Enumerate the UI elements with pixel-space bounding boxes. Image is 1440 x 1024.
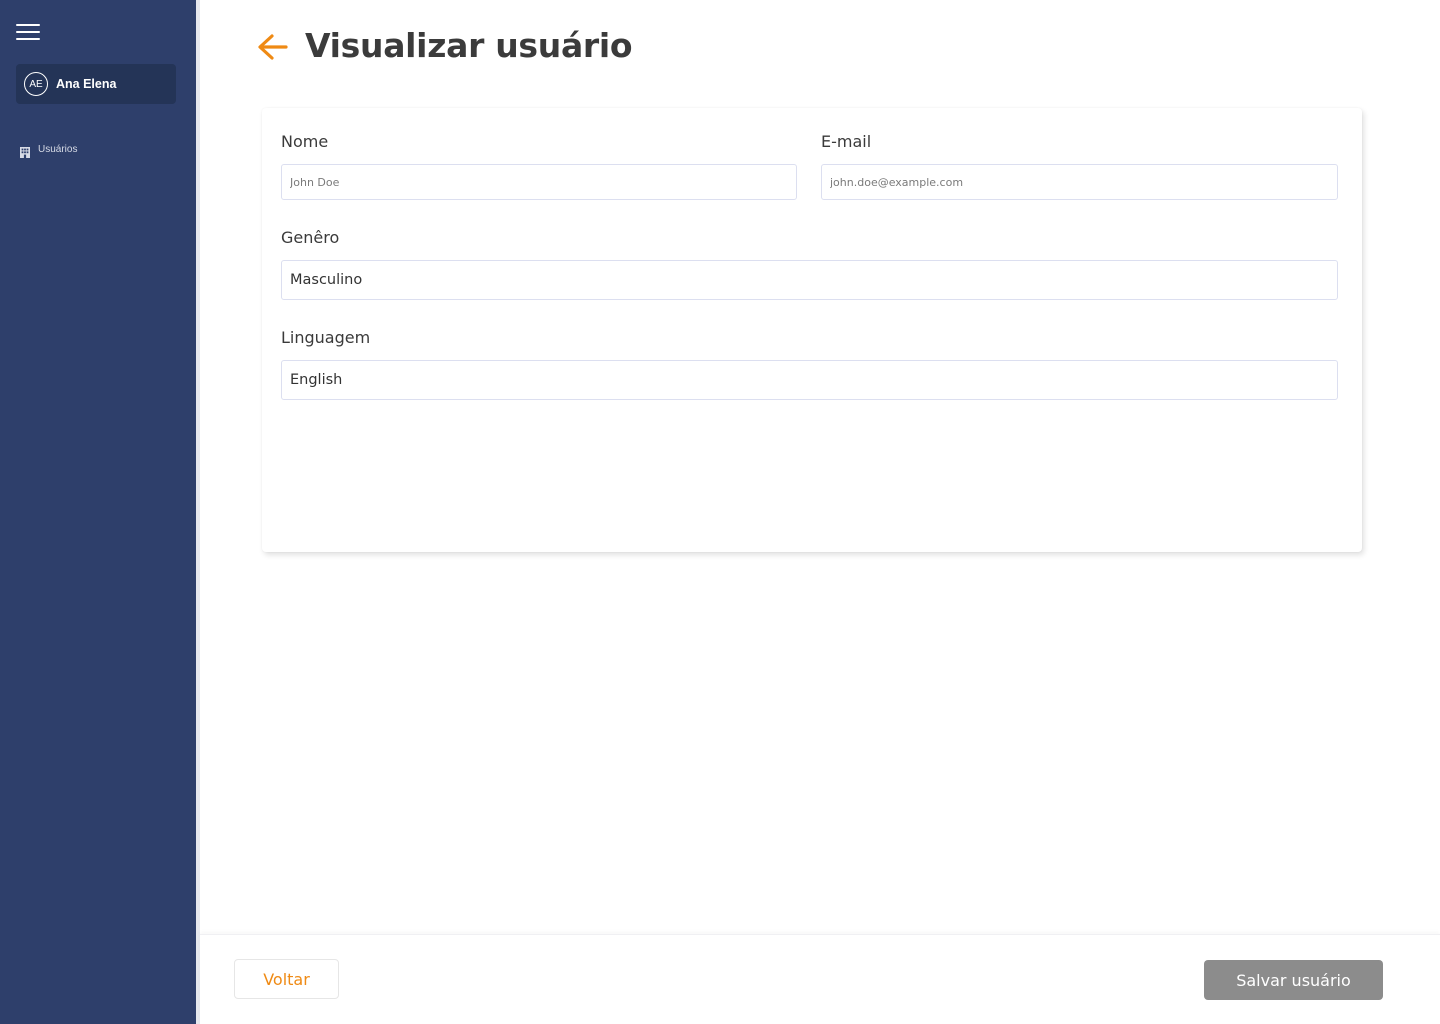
hamburger-menu-icon[interactable] bbox=[16, 22, 40, 42]
email-label: E-mail bbox=[821, 132, 872, 151]
sidebar-item-usuarios[interactable]: Usuários bbox=[19, 140, 77, 158]
email-input[interactable] bbox=[830, 175, 1337, 189]
nome-field[interactable] bbox=[281, 164, 797, 200]
linguagem-label: Linguagem bbox=[281, 328, 371, 347]
genero-value: Masculino bbox=[290, 272, 363, 288]
genero-label: Genêro bbox=[281, 228, 340, 247]
linguagem-value: English bbox=[290, 372, 343, 388]
user-profile-chip[interactable]: AE Ana Elena bbox=[16, 64, 176, 104]
back-button[interactable]: Voltar bbox=[234, 959, 339, 999]
email-field[interactable] bbox=[821, 164, 1338, 200]
sidebar-divider bbox=[196, 0, 200, 1024]
genero-field[interactable]: Masculino bbox=[281, 260, 1338, 300]
building-icon bbox=[19, 143, 31, 158]
sidebar-item-label: Usuários bbox=[38, 143, 78, 155]
page-title: Visualizar usuário bbox=[305, 26, 633, 65]
avatar: AE bbox=[24, 72, 48, 96]
user-name: Ana Elena bbox=[56, 77, 117, 91]
app-root: AE Ana Elena Usuários Visualizar usuário… bbox=[0, 0, 1440, 1024]
save-user-button[interactable]: Salvar usuário bbox=[1204, 960, 1383, 1000]
user-form-card: Nome E-mail Genêro Masculino Linguagem E… bbox=[262, 108, 1362, 552]
nome-label: Nome bbox=[281, 132, 329, 151]
nome-input[interactable] bbox=[290, 175, 796, 189]
arrow-left-icon[interactable] bbox=[256, 32, 290, 62]
linguagem-field[interactable]: English bbox=[281, 360, 1338, 400]
sidebar: AE Ana Elena Usuários bbox=[0, 0, 196, 1024]
